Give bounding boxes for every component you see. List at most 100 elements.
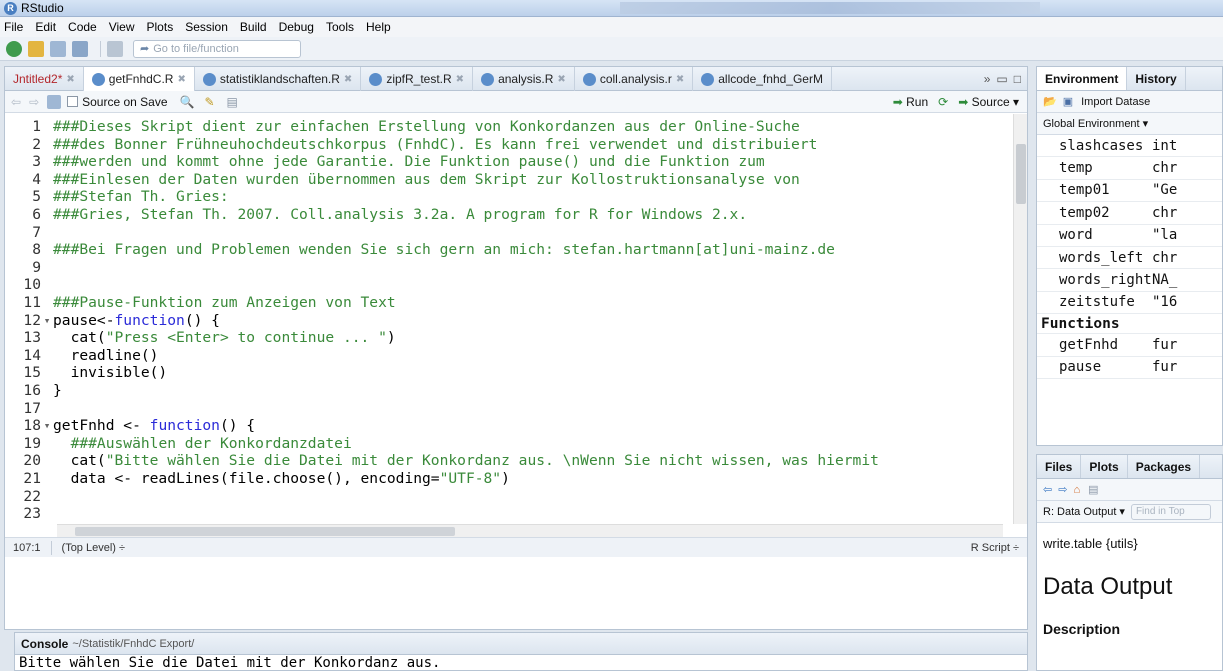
editor-vertical-scrollbar[interactable]: [1013, 114, 1027, 524]
magic-wand-icon[interactable]: ✎: [204, 95, 214, 109]
back-arrow-icon[interactable]: ⇦: [1043, 483, 1052, 496]
forward-arrow-icon[interactable]: ⇨: [1058, 483, 1067, 496]
environment-row[interactable]: words_right NA_: [1037, 269, 1222, 292]
maximize-pane-icon[interactable]: □: [1014, 72, 1021, 86]
tab-packages[interactable]: Packages: [1128, 455, 1201, 478]
code-line[interactable]: 18 ▾ getFnhd <- function() {: [5, 417, 255, 435]
close-tab-icon[interactable]: ✖: [177, 74, 185, 85]
code-line[interactable]: 23: [5, 505, 75, 523]
fold-toggle-icon[interactable]: [41, 452, 53, 470]
environment-scope-selector[interactable]: Global Environment ▾: [1043, 117, 1148, 130]
code-line[interactable]: 7: [5, 224, 75, 242]
fold-toggle-icon[interactable]: [41, 224, 53, 242]
tab-zipfr-test[interactable]: zipfR_test.R ✖: [361, 67, 474, 91]
scroll-thumb[interactable]: [1016, 144, 1026, 204]
environment-row[interactable]: words_left chr: [1037, 247, 1222, 270]
code-line[interactable]: 8 ###Bei Fragen und Problemen wenden Sie …: [5, 241, 835, 259]
environment-row[interactable]: slashcases int: [1037, 135, 1222, 158]
fold-toggle-icon[interactable]: [41, 136, 53, 154]
save-icon[interactable]: [50, 40, 66, 57]
environment-row[interactable]: pause fur: [1037, 357, 1222, 379]
file-type-selector[interactable]: R Script ÷: [971, 542, 1027, 554]
tab-getfnhdc[interactable]: getFnhdC.R ✖: [83, 67, 195, 91]
code-line[interactable]: 21 data <- readLines(file.choose(), enco…: [5, 470, 509, 488]
source-button[interactable]: ➡ Source ▾: [958, 95, 1019, 109]
find-in-topic-input[interactable]: Find in Top: [1130, 503, 1211, 520]
open-project-icon[interactable]: [28, 40, 44, 57]
search-icon[interactable]: 🔍: [180, 95, 195, 109]
source-on-save-checkbox[interactable]: [67, 96, 79, 107]
environment-row[interactable]: getFnhd fur: [1037, 334, 1222, 357]
scroll-thumb[interactable]: [75, 527, 455, 536]
fold-toggle-icon[interactable]: [41, 382, 53, 400]
menu-tools[interactable]: Tools: [326, 20, 354, 34]
code-line[interactable]: 15 invisible(): [5, 364, 167, 382]
tab-environment[interactable]: Environment: [1037, 67, 1128, 90]
fold-toggle-icon[interactable]: [41, 470, 53, 488]
code-line[interactable]: 5 ###Stefan Th. Gries:: [5, 188, 229, 206]
fold-toggle-icon[interactable]: [41, 259, 53, 277]
fold-toggle-icon[interactable]: [41, 206, 53, 224]
code-line[interactable]: 2 ###des Bonner Frühneuhochdeutschkorpus …: [5, 136, 817, 154]
code-line[interactable]: 4 ###Einlesen der Daten wurden übernommen…: [5, 171, 800, 189]
fold-toggle-icon[interactable]: [41, 153, 53, 171]
code-line[interactable]: 6 ###Gries, Stefan Th. 2007. Coll.analysi…: [5, 206, 747, 224]
code-line[interactable]: 19 ###Auswählen der Konkordanzdatei: [5, 435, 351, 453]
compile-notebook-icon[interactable]: ▤: [227, 95, 238, 109]
load-workspace-icon[interactable]: 📂: [1043, 95, 1057, 108]
environment-row[interactable]: temp01 "Ge: [1037, 180, 1222, 203]
code-line[interactable]: 22: [5, 488, 75, 506]
code-area[interactable]: 1 ###Dieses Skript dient zur einfachen Er…: [5, 114, 1013, 524]
scope-selector[interactable]: (Top Level) ÷: [62, 542, 126, 554]
help-topic-selector[interactable]: R: Data Output ▾: [1043, 505, 1125, 518]
tab-coll-analysis[interactable]: coll.analysis.r ✖: [575, 67, 694, 91]
environment-row[interactable]: temp02 chr: [1037, 202, 1222, 225]
fold-toggle-icon[interactable]: [41, 329, 53, 347]
close-tab-icon[interactable]: ✖: [456, 74, 464, 85]
save-all-icon[interactable]: [72, 40, 88, 57]
fold-toggle-icon[interactable]: [41, 505, 53, 523]
tab-analysis[interactable]: analysis.R ✖: [473, 67, 575, 91]
menu-view[interactable]: View: [109, 20, 135, 34]
minimize-pane-icon[interactable]: ▭: [996, 72, 1007, 86]
menu-file[interactable]: File: [4, 20, 23, 34]
code-line[interactable]: 12 ▾ pause<-function() {: [5, 312, 220, 330]
fold-toggle-icon[interactable]: [41, 294, 53, 312]
code-line[interactable]: 20 cat("Bitte wählen Sie die Datei mit d…: [5, 452, 878, 470]
save-file-icon[interactable]: [47, 94, 62, 109]
menu-help[interactable]: Help: [366, 20, 391, 34]
close-tab-icon[interactable]: ✖: [344, 74, 352, 85]
forward-arrow-icon[interactable]: ⇨: [29, 95, 39, 109]
code-line[interactable]: 14 readline(): [5, 347, 158, 365]
fold-toggle-icon[interactable]: [41, 241, 53, 259]
tab-statistiklandschaften[interactable]: statistiklandschaften.R ✖: [195, 67, 362, 91]
fold-toggle-icon[interactable]: [41, 435, 53, 453]
more-tabs-icon[interactable]: »: [984, 72, 991, 86]
tab-files[interactable]: Files: [1037, 455, 1082, 478]
save-workspace-icon[interactable]: ▣: [1063, 95, 1073, 108]
environment-row[interactable]: word "la: [1037, 225, 1222, 247]
menu-debug[interactable]: Debug: [279, 20, 314, 34]
close-tab-icon[interactable]: ✖: [66, 74, 74, 85]
import-dataset-button[interactable]: Import Datase: [1081, 96, 1150, 108]
menu-plots[interactable]: Plots: [147, 20, 174, 34]
print-icon[interactable]: [107, 40, 123, 57]
code-line[interactable]: 16}: [5, 382, 75, 400]
close-tab-icon[interactable]: ✖: [676, 74, 684, 85]
goto-file-input[interactable]: ➦ Go to file/function: [133, 39, 301, 58]
fold-toggle-icon[interactable]: [41, 400, 53, 418]
code-line[interactable]: 10: [5, 276, 75, 294]
code-line[interactable]: 1 ###Dieses Skript dient zur einfachen Er…: [5, 118, 800, 136]
tab-plots[interactable]: Plots: [1081, 455, 1128, 478]
run-button[interactable]: ➡ Run: [893, 95, 928, 109]
code-line[interactable]: 9: [5, 259, 75, 277]
fold-toggle-icon[interactable]: [41, 171, 53, 189]
fold-toggle-icon[interactable]: [41, 488, 53, 506]
fold-toggle-icon[interactable]: ▾: [41, 312, 53, 330]
environment-row[interactable]: temp chr: [1037, 157, 1222, 180]
menu-build[interactable]: Build: [240, 20, 267, 34]
code-line[interactable]: 17: [5, 400, 75, 418]
menu-session[interactable]: Session: [185, 20, 228, 34]
console-output[interactable]: Bitte wählen Sie die Datei mit der Konko…: [15, 655, 1027, 671]
code-line[interactable]: 13 cat("Press <Enter> to continue ... "): [5, 329, 395, 347]
